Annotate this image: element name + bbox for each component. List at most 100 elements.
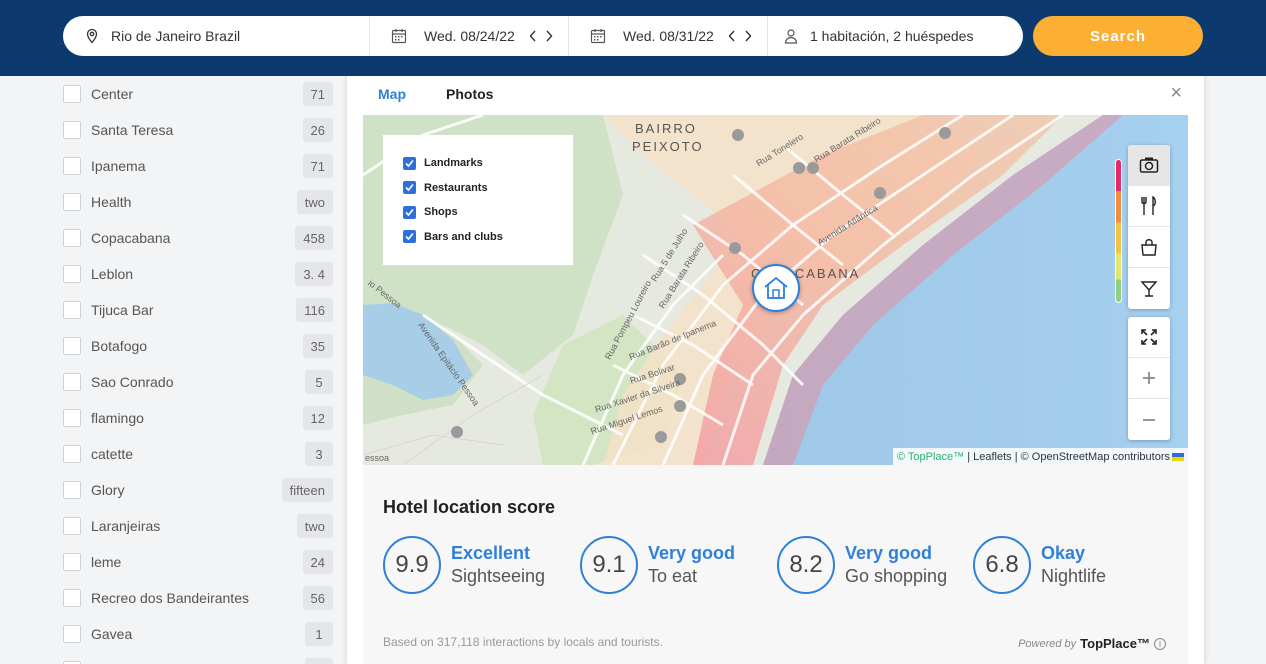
poi-filter-row[interactable]: Bars and clubs: [403, 225, 553, 250]
filter-row[interactable]: Ipanema 71: [63, 148, 333, 184]
poi-filter-label: Shops: [424, 206, 458, 219]
filter-row[interactable]: Gavea 1: [63, 616, 333, 652]
filter-checkbox[interactable]: [63, 157, 81, 175]
poi-filter-row[interactable]: Landmarks: [403, 151, 553, 176]
filter-row[interactable]: Leblon 3. 4: [63, 256, 333, 292]
filter-checkbox[interactable]: [63, 373, 81, 391]
filter-label: flamingo: [91, 410, 144, 426]
fullscreen-button[interactable]: [1128, 317, 1170, 358]
filter-row[interactable]: Santa Teresa 26: [63, 112, 333, 148]
score-value: 9.1: [592, 551, 626, 578]
filter-label: Center: [91, 86, 134, 102]
chevron-left-icon[interactable]: [728, 30, 736, 42]
filter-count-badge: 3: [305, 442, 333, 466]
filter-checkbox[interactable]: [63, 517, 81, 535]
filter-checkbox[interactable]: [63, 193, 81, 211]
tab-map[interactable]: Map: [378, 86, 406, 102]
home-icon: [764, 276, 788, 299]
powered-by-label: Powered by: [1018, 637, 1077, 650]
checked-checkbox-icon[interactable]: [403, 205, 416, 219]
chevron-right-icon[interactable]: [744, 30, 752, 42]
layer-controls: [1128, 145, 1170, 309]
landmarks-layer-button[interactable]: [1128, 145, 1170, 186]
score-ring: 9.9: [383, 536, 441, 594]
search-button[interactable]: Search: [1033, 16, 1203, 56]
zoom-in-button[interactable]: [1128, 358, 1170, 399]
panel-tabs: Map Photos: [378, 86, 493, 102]
map-label-pessoa-2: essoa: [365, 453, 390, 463]
filter-row[interactable]: flamingo 12: [63, 400, 333, 436]
filter-checkbox[interactable]: [63, 121, 81, 139]
chevron-right-icon[interactable]: [545, 30, 553, 42]
hotel-location-marker[interactable]: [752, 264, 800, 312]
filter-row[interactable]: Copacabana 458: [63, 220, 333, 256]
filter-checkbox[interactable]: [63, 301, 81, 319]
filter-checkbox[interactable]: [63, 337, 81, 355]
checkin-field[interactable]: Wed. 08/24/22: [370, 16, 569, 56]
filter-checkbox[interactable]: [63, 265, 81, 283]
zoom-out-button[interactable]: [1128, 399, 1170, 440]
restaurants-layer-button[interactable]: [1128, 186, 1170, 227]
location-field[interactable]: Rio de Janeiro Brazil: [63, 16, 370, 56]
guests-value: 1 habitación, 2 huéspedes: [810, 28, 974, 44]
checked-checkbox-icon[interactable]: [403, 181, 416, 195]
poi-filter-row[interactable]: Restaurants: [403, 176, 553, 201]
filter-label: Copacabana: [91, 230, 171, 246]
filter-row[interactable]: Health two: [63, 184, 333, 220]
filter-row[interactable]: Center 71: [63, 76, 333, 112]
close-icon[interactable]: ×: [1170, 82, 1182, 105]
location-score-section: Hotel location score 9.9 Excellent Sightse…: [363, 465, 1188, 664]
checked-checkbox-icon[interactable]: [403, 156, 416, 170]
bars-layer-button[interactable]: [1128, 268, 1170, 309]
attribution-leaflet[interactable]: Leaflets: [973, 451, 1012, 463]
poi-filter-row[interactable]: Shops: [403, 200, 553, 225]
filter-row[interactable]: leme 24: [63, 544, 333, 580]
filter-checkbox[interactable]: [63, 589, 81, 607]
chevron-left-icon[interactable]: [529, 30, 537, 42]
checked-checkbox-icon[interactable]: [403, 230, 416, 244]
filter-row[interactable]: catette 3: [63, 436, 333, 472]
filter-row[interactable]: Jacarepagua1: [63, 652, 333, 664]
filter-label: Botafogo: [91, 338, 148, 354]
filter-row[interactable]: Recreo dos Bandeirantes 56: [63, 580, 333, 616]
score-quality: Excellent: [451, 543, 531, 563]
filter-checkbox[interactable]: [63, 409, 81, 427]
filter-label: leme: [91, 554, 122, 570]
top-bar: Rio de Janeiro Brazil Wed. 08/24/22 Wed.…: [0, 0, 1266, 76]
filter-row[interactable]: Sao Conrado 5: [63, 364, 333, 400]
filter-count-badge: 56: [302, 586, 333, 610]
filter-checkbox[interactable]: [63, 625, 81, 643]
minus-icon: [1143, 418, 1155, 421]
map-view[interactable]: BAIRRO PEIXOTO COPACABANA Rua Tonelero R…: [363, 115, 1188, 465]
filter-checkbox[interactable]: [63, 445, 81, 463]
powered-by: Powered by TopPlace™ i: [1018, 636, 1166, 651]
filter-checkbox[interactable]: [63, 553, 81, 571]
filter-count-badge: two: [296, 190, 333, 214]
filter-row[interactable]: Botafogo 35: [63, 328, 333, 364]
calendar-icon: [390, 27, 408, 45]
filter-label: Glory: [91, 482, 125, 498]
filter-row[interactable]: Glory fifteen: [63, 472, 333, 508]
filter-label: Ipanema: [91, 158, 146, 174]
info-icon[interactable]: i: [1154, 637, 1166, 650]
filter-count-badge: 24: [302, 550, 333, 574]
filter-row[interactable]: Tijuca Bar 116: [63, 292, 333, 328]
map-attribution: © TopPlace™ | Leaflets | © OpenStreetMap…: [892, 448, 1188, 465]
filter-checkbox[interactable]: [63, 85, 81, 103]
shops-layer-button[interactable]: [1128, 227, 1170, 268]
checkout-field[interactable]: Wed. 08/31/22: [569, 16, 768, 56]
tab-photos[interactable]: Photos: [446, 86, 493, 102]
guests-field[interactable]: 1 habitación, 2 huéspedes: [768, 16, 1023, 56]
filter-count-badge: 71: [302, 82, 333, 106]
filter-count-badge: 1: [305, 622, 333, 646]
attribution-topplace[interactable]: © TopPlace™: [897, 451, 964, 463]
filter-row[interactable]: Laranjeiras two: [63, 508, 333, 544]
score-item: 8.2 Very good Go shopping: [777, 536, 947, 594]
location-pin-icon: [83, 27, 101, 45]
filter-checkbox[interactable]: [63, 229, 81, 247]
heatmap-legend-bar: [1115, 159, 1122, 303]
score-item: 9.9 Excellent Sightseeing: [383, 536, 545, 594]
filter-label: Sao Conrado: [91, 374, 174, 390]
filter-checkbox[interactable]: [63, 481, 81, 499]
map-label-peixoto: PEIXOTO: [632, 139, 704, 154]
